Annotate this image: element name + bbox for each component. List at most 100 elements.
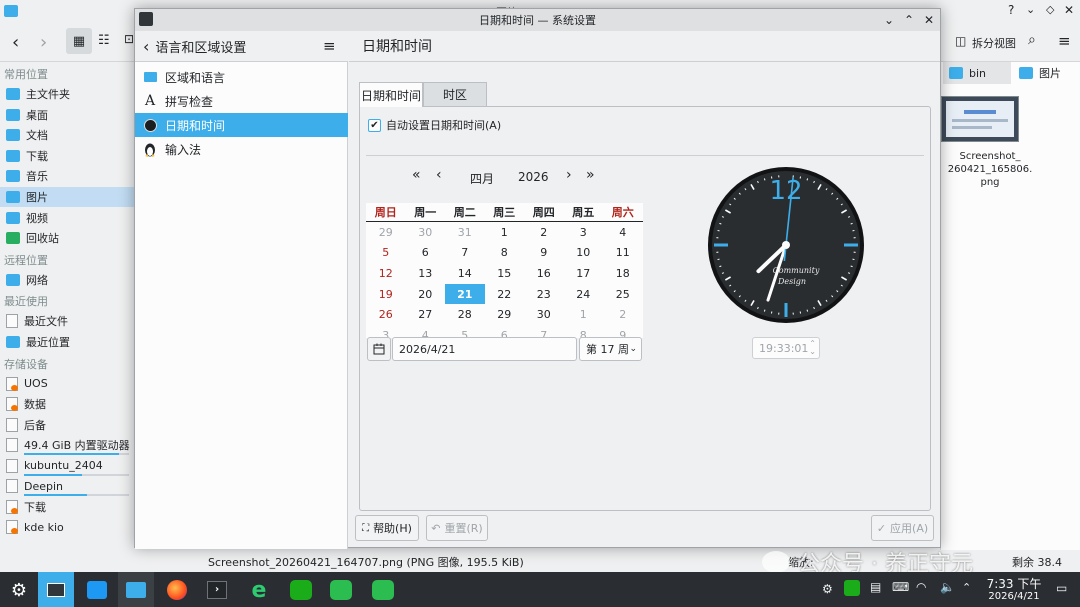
menu-icon[interactable]: ≡ bbox=[1058, 32, 1071, 50]
back-arrow-icon[interactable]: ‹ bbox=[12, 32, 19, 53]
icon-view-button[interactable]: ▦ bbox=[66, 28, 92, 54]
keyboard-icon[interactable]: ⌨ bbox=[892, 580, 909, 594]
calendar-day[interactable]: 6 bbox=[406, 243, 446, 264]
sidebar-item[interactable]: 最近位置 bbox=[0, 332, 134, 352]
sidebar-item[interactable]: 网络 bbox=[0, 270, 134, 290]
calendar-day[interactable]: 29 bbox=[485, 304, 525, 325]
compact-view-icon[interactable]: ☷ bbox=[98, 33, 110, 48]
calendar-day[interactable]: 1 bbox=[485, 222, 525, 243]
split-view-button[interactable]: 拆分视图 bbox=[972, 35, 1016, 51]
tab-date-time[interactable]: 日期和时间 bbox=[359, 82, 423, 107]
spinner-icon[interactable]: ⌃ ⌄ bbox=[809, 340, 816, 356]
sidebar-item[interactable]: UOS bbox=[0, 374, 134, 394]
calendar-day[interactable]: 25 bbox=[603, 284, 643, 305]
sidebar-item[interactable]: 49.4 GiB 内置驱动器 (sc bbox=[0, 435, 134, 456]
sidebar-item[interactable]: 桌面 bbox=[0, 105, 134, 125]
calendar-day[interactable]: 26 bbox=[366, 304, 406, 325]
calendar-day[interactable]: 22 bbox=[485, 284, 525, 305]
tray-settings-icon[interactable]: ⚙ bbox=[822, 582, 833, 596]
category-region-language[interactable]: 区域和语言 bbox=[135, 65, 348, 89]
checkbox-checked-icon[interactable]: ✔ bbox=[368, 118, 381, 132]
back-arrow-icon[interactable]: ‹ bbox=[143, 37, 149, 56]
time-input[interactable]: 19:33:01 ⌃ ⌄ bbox=[752, 337, 820, 359]
help-button[interactable]: ⛶ 帮助(H) bbox=[355, 515, 419, 541]
tab-timezone[interactable]: 时区 bbox=[423, 82, 487, 106]
calendar-day[interactable]: 11 bbox=[603, 243, 643, 264]
calendar-day[interactable]: 13 bbox=[406, 263, 446, 284]
category-spellcheck[interactable]: A 拼写检查 bbox=[135, 89, 348, 113]
sidebar-item[interactable]: 文档 bbox=[0, 125, 134, 145]
file-thumbnail[interactable] bbox=[941, 96, 1019, 142]
auto-set-option[interactable]: ✔ 自动设置日期和时间(A) bbox=[368, 117, 501, 133]
calendar-day[interactable]: 12 bbox=[366, 263, 406, 284]
calendar-day[interactable]: 8 bbox=[485, 243, 525, 264]
previous-year-icon[interactable]: « bbox=[412, 167, 421, 183]
week-select[interactable]: 第 17 周 ⌄ bbox=[579, 337, 642, 361]
wechat-work-icon[interactable] bbox=[326, 575, 356, 605]
terminal-icon[interactable]: › bbox=[202, 575, 232, 605]
wifi-icon[interactable]: ◠ bbox=[916, 580, 926, 594]
reset-button[interactable]: ↶ 重置(R) bbox=[426, 515, 488, 541]
calendar-day[interactable]: 17 bbox=[564, 263, 604, 284]
firefox-icon[interactable] bbox=[162, 575, 192, 605]
tray-wechat-icon[interactable] bbox=[844, 580, 860, 596]
calendar-day[interactable]: 19 bbox=[366, 284, 406, 305]
year-label[interactable]: 2026 bbox=[518, 170, 549, 184]
date-input[interactable]: 2026/4/21 bbox=[392, 337, 577, 361]
tray-expand-icon[interactable]: ⌃ bbox=[962, 581, 971, 594]
calendar-day[interactable]: 30 bbox=[524, 304, 564, 325]
apply-button[interactable]: ✓ 应用(A) bbox=[871, 515, 934, 541]
detail-view-icon[interactable]: ⊡ bbox=[124, 32, 134, 46]
calendar-day[interactable]: 10 bbox=[564, 243, 604, 264]
calendar-day[interactable]: 30 bbox=[406, 222, 446, 243]
sidebar-item[interactable]: 数据 bbox=[0, 394, 134, 414]
next-month-icon[interactable]: › bbox=[566, 167, 572, 183]
sidebar-item[interactable]: kubuntu_2404 bbox=[0, 456, 134, 476]
split-view-icon[interactable]: ◫ bbox=[955, 34, 966, 48]
category-date-time[interactable]: 日期和时间 bbox=[135, 113, 348, 137]
calendar-day[interactable]: 27 bbox=[406, 304, 446, 325]
calendar-day[interactable]: 3 bbox=[564, 222, 604, 243]
calendar-day[interactable]: 23 bbox=[524, 284, 564, 305]
minimize-icon[interactable]: ⌄ bbox=[881, 12, 897, 28]
sidebar-item[interactable]: 下载 bbox=[0, 146, 134, 166]
calendar-day[interactable]: 5 bbox=[366, 243, 406, 264]
month-label[interactable]: 四月 bbox=[470, 170, 494, 187]
calendar-day[interactable]: 9 bbox=[524, 243, 564, 264]
system-settings-task[interactable] bbox=[38, 572, 74, 607]
app-launcher-icon[interactable]: ⚙ bbox=[4, 575, 34, 605]
calendar-day[interactable]: 16 bbox=[524, 263, 564, 284]
back-label[interactable]: 语言和区域设置 bbox=[155, 37, 246, 56]
minimize-icon[interactable]: ⌄ bbox=[1026, 3, 1035, 16]
sidebar-item[interactable]: 音乐 bbox=[0, 166, 134, 186]
sidebar-item[interactable]: 视频 bbox=[0, 208, 134, 228]
calendar-day[interactable]: 31 bbox=[445, 222, 485, 243]
wechat-files-icon[interactable] bbox=[368, 575, 398, 605]
sidebar-item[interactable]: 回收站 bbox=[0, 228, 134, 248]
previous-month-icon[interactable]: ‹ bbox=[436, 167, 442, 183]
calendar-day[interactable]: 21 bbox=[445, 283, 485, 305]
dolphin-task[interactable] bbox=[118, 572, 154, 607]
maximize-icon[interactable]: ◇ bbox=[1046, 3, 1054, 16]
forward-arrow-icon[interactable]: › bbox=[40, 32, 47, 53]
calendar-day[interactable]: 4 bbox=[603, 222, 643, 243]
sidebar-item[interactable]: 图片 bbox=[0, 187, 134, 207]
sidebar-item[interactable]: 最近文件 bbox=[0, 311, 134, 331]
sidebar-item[interactable]: kde kio bbox=[0, 517, 134, 537]
tab-pictures[interactable]: 图片 bbox=[1013, 62, 1079, 84]
clock-widget[interactable]: 7:33 下午 2026/4/21 bbox=[984, 577, 1044, 603]
calendar-day[interactable]: 1 bbox=[564, 304, 604, 325]
clipboard-icon[interactable]: ▤ bbox=[870, 580, 881, 594]
calendar-popup-button[interactable] bbox=[367, 337, 391, 361]
maximize-icon[interactable]: ⌃ bbox=[901, 12, 917, 28]
edge-icon[interactable]: e bbox=[244, 575, 274, 605]
volume-icon[interactable]: 🔈 bbox=[940, 580, 955, 594]
discover-icon[interactable] bbox=[82, 575, 112, 605]
sidebar-item[interactable]: 后备 bbox=[0, 415, 134, 435]
close-icon[interactable]: ✕ bbox=[1064, 3, 1074, 17]
sidebar-item[interactable]: 主文件夹 bbox=[0, 84, 134, 104]
search-icon[interactable]: ⌕ bbox=[1028, 32, 1036, 48]
calendar-day[interactable]: 2 bbox=[603, 304, 643, 325]
calendar-day[interactable]: 20 bbox=[406, 284, 446, 305]
hamburger-menu-icon[interactable]: ≡ bbox=[323, 37, 336, 55]
